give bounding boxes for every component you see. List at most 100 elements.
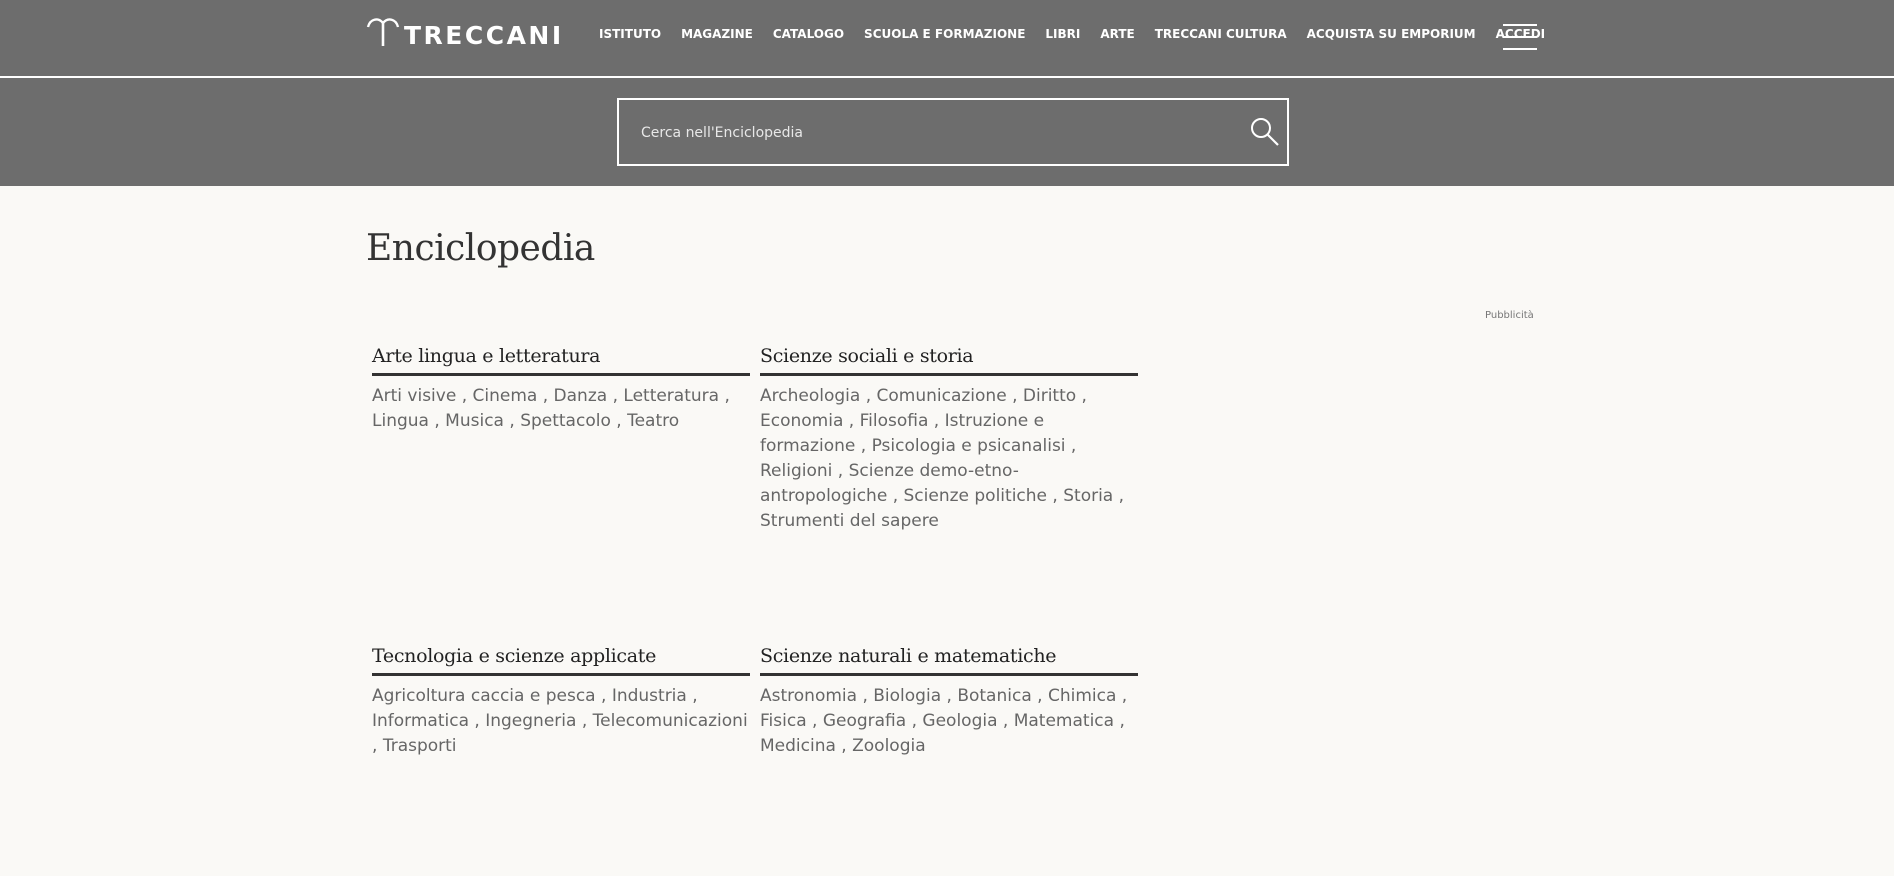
search-band bbox=[0, 78, 1894, 186]
category-link[interactable]: Letteratura bbox=[623, 386, 719, 406]
link-separator: , bbox=[610, 411, 628, 431]
category-link[interactable]: Telecomunicazioni bbox=[593, 711, 748, 731]
nav-catalogo[interactable]: CATALOGO bbox=[773, 27, 844, 41]
link-separator: , bbox=[941, 686, 958, 706]
category-link[interactable]: Zoologia bbox=[852, 736, 926, 756]
menu-bar-middle bbox=[1503, 36, 1537, 38]
page-title: Enciclopedia bbox=[366, 228, 595, 269]
category-title[interactable]: Scienze naturali e matematiche bbox=[760, 645, 1138, 676]
category-link[interactable]: Trasporti bbox=[383, 736, 457, 756]
link-separator: , bbox=[1047, 486, 1064, 506]
category-link[interactable]: Biologia bbox=[873, 686, 941, 706]
category-scienze-naturali-matematiche: Scienze naturali e matematiche Astronomi… bbox=[760, 645, 1138, 759]
treccani-logo[interactable]: TRECCANI bbox=[366, 16, 564, 50]
category-scienze-sociali-storia: Scienze sociali e storia Archeologia , C… bbox=[760, 345, 1138, 534]
nav-arte[interactable]: ARTE bbox=[1100, 27, 1134, 41]
category-link[interactable]: Arti visive bbox=[372, 386, 456, 406]
category-links: Archeologia , Comunicazione , Diritto , … bbox=[760, 384, 1138, 534]
link-separator: , bbox=[1065, 436, 1077, 456]
category-link[interactable]: Chimica bbox=[1048, 686, 1116, 706]
category-link[interactable]: Musica bbox=[445, 411, 504, 431]
treccani-emblem-icon bbox=[366, 18, 400, 46]
link-separator: , bbox=[372, 736, 383, 756]
link-separator: , bbox=[1031, 686, 1048, 706]
category-link[interactable]: Astronomia bbox=[760, 686, 857, 706]
link-separator: , bbox=[887, 486, 904, 506]
category-link[interactable]: Psicologia e psicanalisi bbox=[872, 436, 1066, 456]
hamburger-menu-icon[interactable] bbox=[1503, 24, 1537, 50]
logo-text: TRECCANI bbox=[404, 20, 564, 50]
link-separator: , bbox=[456, 386, 473, 406]
link-separator: , bbox=[719, 386, 730, 406]
category-link[interactable]: Fisica bbox=[760, 711, 807, 731]
nav-scuola-e-formazione[interactable]: SCUOLA E FORMAZIONE bbox=[864, 27, 1025, 41]
category-title[interactable]: Scienze sociali e storia bbox=[760, 345, 1138, 376]
link-separator: , bbox=[860, 386, 877, 406]
search-input[interactable] bbox=[639, 120, 1223, 146]
link-separator: , bbox=[928, 411, 945, 431]
link-separator: , bbox=[806, 711, 823, 731]
category-link[interactable]: Agricoltura caccia e pesca bbox=[372, 686, 596, 706]
category-link[interactable]: Industria bbox=[612, 686, 687, 706]
category-tecnologia-scienze-applicate: Tecnologia e scienze applicate Agricoltu… bbox=[372, 645, 750, 759]
category-links: Astronomia , Biologia , Botanica , Chimi… bbox=[760, 684, 1138, 759]
link-separator: , bbox=[835, 736, 853, 756]
nav-libri[interactable]: LIBRI bbox=[1045, 27, 1080, 41]
category-link[interactable]: Storia bbox=[1063, 486, 1113, 506]
link-separator: , bbox=[595, 686, 612, 706]
link-separator: , bbox=[832, 461, 849, 481]
category-link[interactable]: Spettacolo bbox=[520, 411, 611, 431]
category-link[interactable]: Geografia bbox=[823, 711, 906, 731]
link-separator: , bbox=[576, 711, 593, 731]
category-link[interactable]: Danza bbox=[554, 386, 608, 406]
category-link[interactable]: Filosofia bbox=[860, 411, 929, 431]
main-nav: ISTITUTO MAGAZINE CATALOGO SCUOLA E FORM… bbox=[599, 27, 1565, 41]
link-separator: , bbox=[537, 386, 554, 406]
nav-magazine[interactable]: MAGAZINE bbox=[681, 27, 753, 41]
category-link[interactable]: Strumenti del sapere bbox=[760, 511, 939, 531]
link-separator: , bbox=[469, 711, 486, 731]
category-links: Agricoltura caccia e pesca , Industria ,… bbox=[372, 684, 750, 759]
category-link[interactable]: Geologia bbox=[922, 711, 997, 731]
link-separator: , bbox=[906, 711, 923, 731]
category-link[interactable]: Economia bbox=[760, 411, 843, 431]
link-separator: , bbox=[503, 411, 521, 431]
search-icon[interactable] bbox=[1249, 116, 1281, 148]
category-title[interactable]: Tecnologia e scienze applicate bbox=[372, 645, 750, 676]
category-link[interactable]: Archeologia bbox=[760, 386, 860, 406]
link-separator: , bbox=[607, 386, 624, 406]
top-navigation-bar: TRECCANI ISTITUTO MAGAZINE CATALOGO SCUO… bbox=[0, 0, 1894, 78]
category-link[interactable]: Informatica bbox=[372, 711, 469, 731]
search-box bbox=[617, 98, 1289, 166]
category-link[interactable]: Cinema bbox=[473, 386, 538, 406]
link-separator: , bbox=[1113, 486, 1125, 506]
category-title[interactable]: Arte lingua e letteratura bbox=[372, 345, 750, 376]
link-separator: , bbox=[1006, 386, 1023, 406]
nav-acquista-su-emporium[interactable]: ACQUISTA SU EMPORIUM bbox=[1307, 27, 1476, 41]
category-link[interactable]: Diritto bbox=[1023, 386, 1076, 406]
link-separator: , bbox=[843, 411, 860, 431]
category-link[interactable]: Matematica bbox=[1014, 711, 1114, 731]
link-separator: , bbox=[855, 436, 872, 456]
category-links: Arti visive , Cinema , Danza , Letteratu… bbox=[372, 384, 750, 434]
category-link[interactable]: Ingegneria bbox=[485, 711, 576, 731]
category-arte-lingua-letteratura: Arte lingua e letteratura Arti visive , … bbox=[372, 345, 750, 434]
category-link[interactable]: Lingua bbox=[372, 411, 429, 431]
link-separator: , bbox=[857, 686, 874, 706]
category-link[interactable]: Comunicazione bbox=[877, 386, 1007, 406]
nav-treccani-cultura[interactable]: TRECCANI CULTURA bbox=[1155, 27, 1287, 41]
category-link[interactable]: Teatro bbox=[627, 411, 679, 431]
link-separator: , bbox=[1114, 711, 1125, 731]
category-link[interactable]: Religioni bbox=[760, 461, 832, 481]
ad-label: Pubblicità bbox=[1485, 310, 1534, 321]
menu-bar-bottom bbox=[1503, 48, 1537, 50]
link-separator: , bbox=[428, 411, 446, 431]
category-link[interactable]: Botanica bbox=[957, 686, 1031, 706]
link-separator: , bbox=[1116, 686, 1128, 706]
link-separator: , bbox=[997, 711, 1014, 731]
nav-istituto[interactable]: ISTITUTO bbox=[599, 27, 661, 41]
menu-bar-top bbox=[1503, 24, 1537, 26]
link-separator: , bbox=[686, 686, 698, 706]
category-link[interactable]: Scienze politiche bbox=[904, 486, 1048, 506]
category-link[interactable]: Medicina bbox=[760, 736, 836, 756]
